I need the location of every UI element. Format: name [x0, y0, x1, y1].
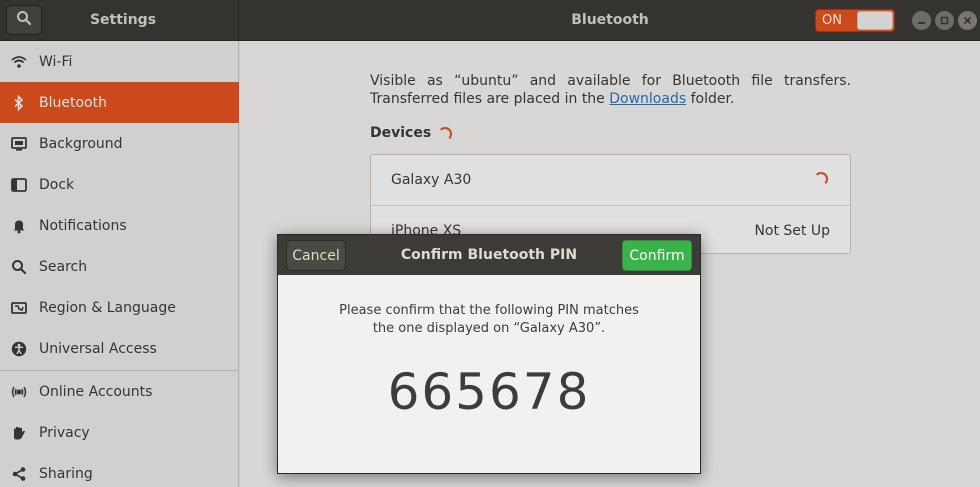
dialog-message: Please confirm that the following PIN ma… — [298, 302, 680, 338]
confirm-button[interactable]: Confirm — [622, 240, 692, 271]
pin-code: 665678 — [387, 363, 591, 421]
dialog-message-line2: the one displayed on “Galaxy A30”. — [372, 321, 606, 336]
dialog-header: Cancel Confirm Bluetooth PIN Confirm — [278, 235, 700, 275]
dialog-title: Confirm Bluetooth PIN — [400, 247, 578, 263]
dialog-message-line1: Please confirm that the following PIN ma… — [339, 303, 639, 318]
confirm-pin-dialog: Cancel Confirm Bluetooth PIN Confirm Ple… — [277, 234, 701, 474]
cancel-button[interactable]: Cancel — [286, 240, 346, 271]
